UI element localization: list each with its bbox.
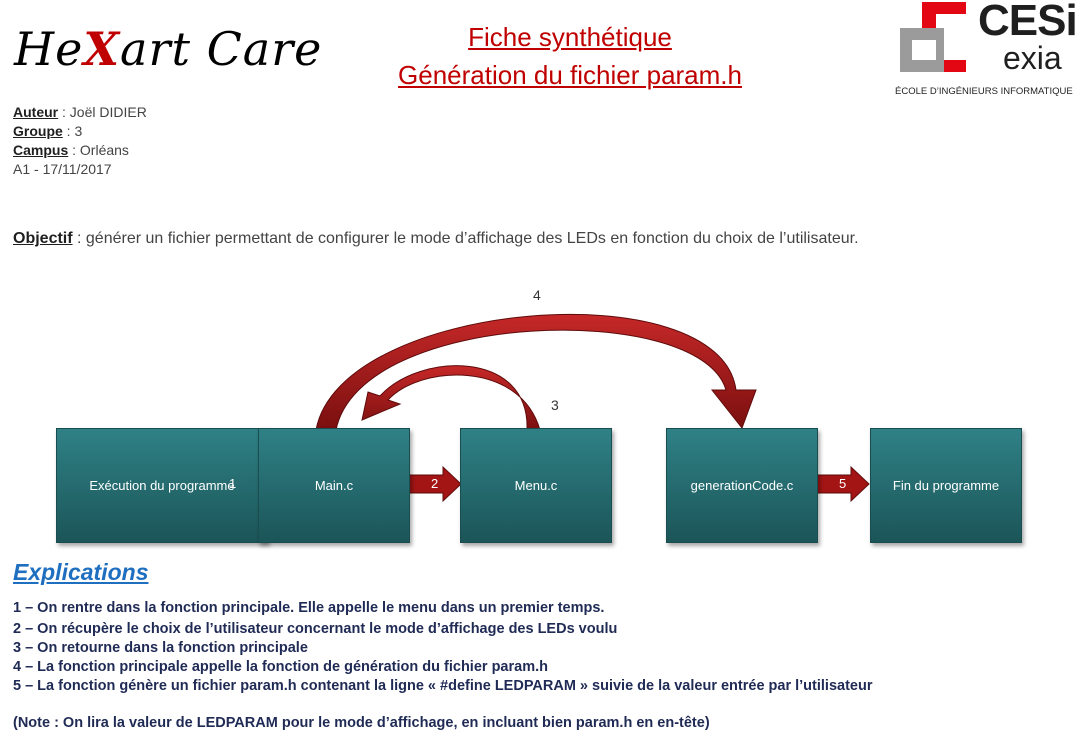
explication-item-2: 2 – On récupère le choix de l’utilisateu… (13, 621, 618, 637)
box-main: Main.c (258, 428, 410, 543)
arc-arrow-3 (361, 365, 541, 431)
explication-item-4: 4 – La fonction principale appelle la fo… (13, 659, 548, 675)
explication-item-3: 3 – On retourne dans la fonction princip… (13, 640, 308, 656)
box-generationcode: generationCode.c (666, 428, 818, 543)
arrow-label-2: 2 (431, 476, 439, 491)
explication-item-1: 1 – On rentre dans la fonction principal… (13, 600, 605, 616)
box-fin: Fin du programme (870, 428, 1022, 543)
box-menu: Menu.c (460, 428, 612, 543)
arc-arrow-4 (315, 313, 757, 431)
arrow-label-4: 4 (533, 287, 541, 303)
arrow-label-1: 1 (229, 476, 237, 491)
explication-item-5: 5 – La fonction génère un fichier param.… (13, 678, 873, 694)
explication-note: (Note : On lira la valeur de LEDPARAM po… (13, 715, 710, 731)
explications-heading: Explications (13, 559, 149, 585)
arrow-label-5: 5 (839, 476, 847, 491)
arrow-label-3: 3 (551, 397, 559, 413)
